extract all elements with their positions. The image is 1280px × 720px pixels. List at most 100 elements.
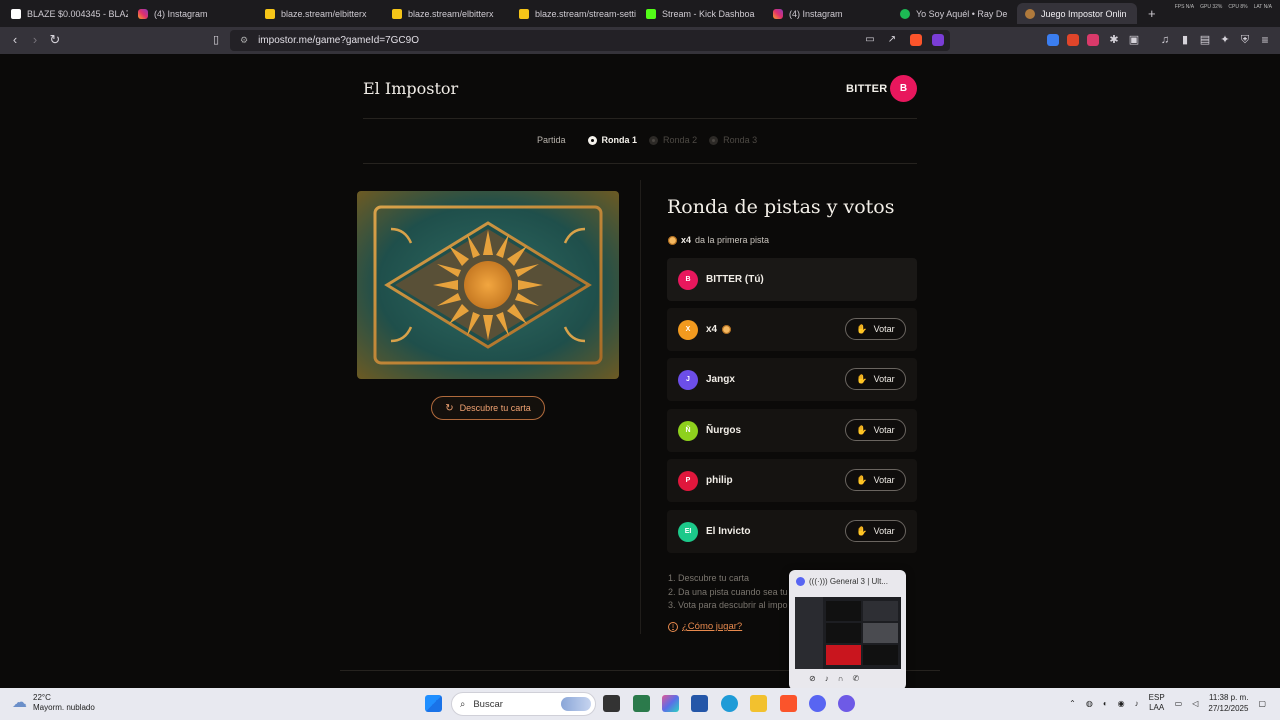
leo-icon[interactable]: ✦ xyxy=(1217,32,1233,48)
file-explorer-icon[interactable] xyxy=(750,695,767,712)
edge-icon[interactable] xyxy=(721,695,738,712)
taskbar-search[interactable]: ⌕ Buscar xyxy=(451,692,596,716)
tray-app-icon[interactable]: ◉ xyxy=(1118,699,1125,708)
reveal-card-button[interactable]: ↻ Descubre tu carta xyxy=(431,396,545,420)
new-tab-button[interactable]: + xyxy=(1140,3,1162,24)
microphone-icon[interactable]: ♪ xyxy=(825,674,829,683)
instructions-list: 1. Descubre tu carta 2. Da una pista cua… xyxy=(668,572,788,613)
player-name-text: BITTER (Tú) xyxy=(706,274,764,285)
speaker-icon[interactable]: ◁ xyxy=(1192,699,1198,708)
blaze-icon xyxy=(392,8,402,19)
url-text[interactable]: impostor.me/game?gameId=7GC9O xyxy=(258,35,419,46)
step-round-1: Ronda 1 xyxy=(587,135,637,145)
first-clue-info: x4 da la primera pista xyxy=(668,235,769,245)
card-back[interactable] xyxy=(357,191,619,379)
search-placeholder: Buscar xyxy=(473,698,503,710)
translate-icon[interactable] xyxy=(1047,34,1059,46)
player-name-text: El Invicto xyxy=(706,526,751,537)
discord-app-icon[interactable] xyxy=(838,695,855,712)
step-pending-icon xyxy=(709,135,719,145)
media-icon[interactable]: ♫ xyxy=(1157,32,1173,48)
language-indicator[interactable]: ESP LAA xyxy=(1149,693,1165,713)
browser-tab-active[interactable]: Juego Impostor Onlin ✕ xyxy=(1017,3,1137,24)
brave-shield-icon[interactable] xyxy=(910,34,922,46)
sun-icon xyxy=(668,235,677,245)
menu-icon[interactable]: ≡ xyxy=(1257,32,1273,48)
hand-icon: ✋ xyxy=(856,474,868,485)
microphone-icon[interactable]: ♪ xyxy=(1135,699,1139,708)
how-to-play-link[interactable]: i ¿Cómo jugar? xyxy=(668,621,742,632)
language-code: ESP xyxy=(1148,693,1165,702)
display-icon[interactable]: ▭ xyxy=(1175,699,1183,708)
task-view-icon[interactable] xyxy=(603,695,620,712)
chevron-up-icon[interactable]: ⌃ xyxy=(1069,699,1076,708)
player-name: BITTER (Tú) xyxy=(706,274,764,285)
puzzle-icon[interactable]: ✱ xyxy=(1106,32,1122,48)
taskbar-preview-popup[interactable]: (((·))) General 3 | Ult... ⊘ ♪ ∩ ✆ xyxy=(789,570,906,690)
browser-tab[interactable]: Stream - Kick Dashboa xyxy=(638,3,763,24)
browser-tab[interactable]: (4) Instagram xyxy=(130,3,255,24)
vote-label: Votar xyxy=(873,475,895,485)
reload-icon[interactable]: ↻ xyxy=(47,32,63,48)
address-bar[interactable]: ⚙ impostor.me/game?gameId=7GC9O xyxy=(230,30,950,51)
windows-start-icon[interactable] xyxy=(425,695,442,712)
headphones-icon[interactable]: ∩ xyxy=(838,674,844,683)
user-avatar[interactable]: B xyxy=(890,75,917,102)
extension-icon[interactable] xyxy=(1087,34,1099,46)
browser-tab[interactable]: BLAZE $0.004345 - BLAZE xyxy=(3,3,128,24)
browser-tab[interactable]: blaze.stream/stream-settin xyxy=(511,3,636,24)
thumb-tile xyxy=(863,645,898,665)
clock[interactable]: 11:38 p. m. 27/12/2025 xyxy=(1208,692,1248,714)
copilot-icon[interactable] xyxy=(662,695,679,712)
site-settings-icon[interactable]: ⚙ xyxy=(240,35,248,46)
brave-rewards-icon[interactable] xyxy=(932,34,944,46)
notifications-icon[interactable]: ▢ xyxy=(1258,699,1266,708)
vote-button[interactable]: ✋ Votar xyxy=(845,520,906,542)
vote-button[interactable]: ✋ Votar xyxy=(845,419,906,441)
plus-icon: + xyxy=(1148,6,1156,21)
vpn-icon[interactable]: ⛨ xyxy=(1237,32,1253,48)
store-icon[interactable] xyxy=(691,695,708,712)
bookmark-icon[interactable]: ▯ xyxy=(208,32,224,48)
hand-icon: ✋ xyxy=(856,424,868,435)
player-name: x4 xyxy=(706,324,732,335)
player-row-me: B BITTER (Tú) xyxy=(667,258,917,301)
browser-tab[interactable]: blaze.stream/elbitterx xyxy=(257,3,382,24)
app-icon[interactable] xyxy=(633,695,650,712)
vote-label: Votar xyxy=(873,425,895,435)
preview-thumbnail[interactable] xyxy=(795,597,901,669)
brand-title[interactable]: El Impostor xyxy=(363,79,458,98)
vote-button[interactable]: ✋ Votar xyxy=(845,318,906,340)
browser-tab[interactable]: Yo Soy Aquél • Ray De xyxy=(892,3,1017,24)
brave-icon[interactable] xyxy=(780,695,797,712)
cast-icon[interactable]: ▭ xyxy=(862,32,878,48)
tray-app-icon[interactable]: ◐ xyxy=(1103,699,1108,708)
forward-icon[interactable]: › xyxy=(27,32,43,48)
disconnect-icon[interactable]: ✆ xyxy=(852,674,859,683)
sidebar-icon[interactable]: ▮ xyxy=(1177,32,1193,48)
impostor-icon xyxy=(1025,8,1035,19)
hand-icon: ✋ xyxy=(856,525,868,536)
extension-icon[interactable] xyxy=(1067,34,1079,46)
weather-widget[interactable]: ☁ 22°C Mayorm. nublado xyxy=(12,693,95,713)
browser-tab[interactable]: (4) Instagram xyxy=(765,3,890,24)
browser-tab[interactable]: blaze.stream/elbitterx xyxy=(384,3,509,24)
player-row: Ñ Ñurgos ✋ Votar xyxy=(667,409,917,452)
vote-button[interactable]: ✋ Votar xyxy=(845,368,906,390)
stepper-label: Partida xyxy=(537,135,566,145)
instagram-icon xyxy=(138,8,148,19)
preview-title-text: (((·))) General 3 | Ult... xyxy=(809,577,888,586)
weather-temp: 22°C xyxy=(33,693,51,702)
discord-icon[interactable] xyxy=(809,695,826,712)
back-icon[interactable]: ‹ xyxy=(7,32,23,48)
tray-app-icon[interactable]: ◍ xyxy=(1086,699,1093,708)
fps-stat: FPS N/A xyxy=(1174,4,1195,10)
camera-off-icon[interactable]: ⊘ xyxy=(809,674,816,683)
discord-icon xyxy=(796,577,805,586)
screenshot-icon[interactable]: ▣ xyxy=(1126,32,1142,48)
player-name-text: x4 xyxy=(706,324,718,335)
share-icon[interactable]: ↗ xyxy=(884,32,900,48)
tab-title: Yo Soy Aquél • Ray De xyxy=(916,8,1008,19)
vote-button[interactable]: ✋ Votar xyxy=(845,469,906,491)
wallet-icon[interactable]: ▤ xyxy=(1197,32,1213,48)
